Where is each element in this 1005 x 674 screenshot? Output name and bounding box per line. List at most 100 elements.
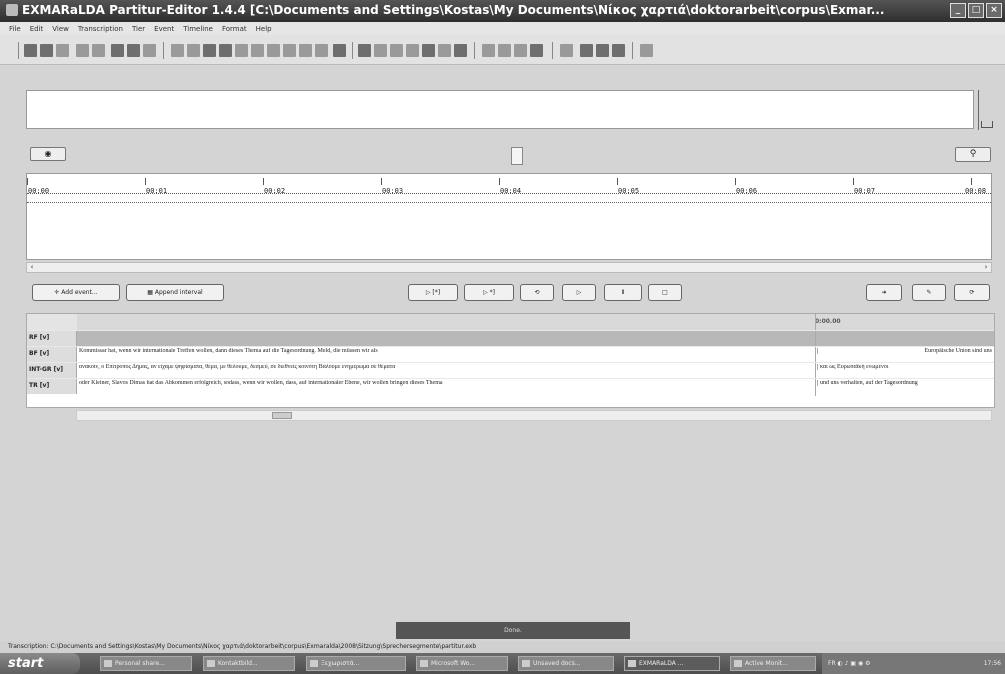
open-file-icon[interactable]: [40, 44, 53, 57]
scroll-thumb[interactable]: [272, 412, 292, 419]
event-cell[interactable]: ανακοίν, ο Επίτροπος Δήμας, αν είχαμε ψη…: [79, 364, 813, 370]
close-button[interactable]: ×: [986, 3, 1002, 18]
loop-icon[interactable]: ⟲: [520, 284, 554, 301]
pause-icon[interactable]: Ⅱ: [604, 284, 642, 301]
add-event-button[interactable]: ✛ Add event...: [32, 284, 120, 301]
maximize-button[interactable]: □: [968, 3, 984, 18]
tier-row[interactable]: RF [v]: [27, 330, 994, 346]
scroll-right-icon[interactable]: ›: [981, 263, 991, 272]
toolbar-separator: [552, 42, 553, 59]
underline-icon[interactable]: [640, 44, 653, 57]
tier-icon[interactable]: [333, 44, 346, 57]
zoom-slider[interactable]: [511, 147, 523, 165]
partitur-scrollbar[interactable]: [76, 410, 992, 421]
partitur-table[interactable]: 0:00.00 RF [v] BF [v] Kommissar hat, wen…: [26, 313, 995, 408]
extend-right-icon[interactable]: [283, 44, 296, 57]
remove-interval-icon[interactable]: [219, 44, 232, 57]
event-cell[interactable]: Kommissar hat, wenn wir internationale T…: [79, 348, 813, 354]
play-from-icon[interactable]: ▷ *]: [464, 284, 514, 301]
extend-left-icon[interactable]: [267, 44, 280, 57]
edit-commit-icon[interactable]: [978, 90, 993, 130]
format-icon[interactable]: [482, 44, 495, 57]
edit-speakers-icon[interactable]: [596, 44, 609, 57]
event-time-label: 0:00.00: [815, 318, 841, 325]
move-event-icon[interactable]: [299, 44, 312, 57]
taskbar-item[interactable]: Microsoft Wo...: [416, 656, 508, 671]
taskbar-item[interactable]: Personal share...: [100, 656, 192, 671]
event-cell[interactable]: Europäische Union sind uns: [817, 348, 994, 354]
tier-row[interactable]: TR [v] oder Kleiner, Slavos Dimas hat da…: [27, 378, 994, 394]
edit-meta-icon[interactable]: [612, 44, 625, 57]
search-icon[interactable]: [92, 44, 105, 57]
link-icon[interactable]: ◉: [30, 147, 66, 161]
menu-view[interactable]: View: [52, 25, 69, 33]
menu-edit[interactable]: Edit: [30, 25, 44, 33]
menu-file[interactable]: File: [9, 25, 21, 33]
cut-icon[interactable]: [111, 44, 124, 57]
tier-label[interactable]: INT-GR [v]: [27, 363, 77, 378]
menu-event[interactable]: Event: [154, 25, 174, 33]
tick-mark: [617, 178, 618, 185]
align-icon[interactable]: [514, 44, 527, 57]
taskbar-item[interactable]: EXMARaLDA ...: [624, 656, 720, 671]
tag-icon[interactable]: [498, 44, 511, 57]
utterance-icon[interactable]: [530, 44, 543, 57]
split-event-icon[interactable]: [171, 44, 184, 57]
scroll-left-icon[interactable]: ‹: [27, 263, 37, 272]
tier-label[interactable]: RF [v]: [27, 331, 77, 346]
event-text-editor[interactable]: [26, 90, 974, 129]
shift-right-icon[interactable]: [251, 44, 264, 57]
taskbar-item[interactable]: Ξεχωριστά...: [306, 656, 406, 671]
taskbar-item[interactable]: Unsaved docs...: [518, 656, 614, 671]
double-arrow-icon[interactable]: [315, 44, 328, 57]
start-button[interactable]: start: [0, 653, 80, 674]
menu-format[interactable]: Format: [222, 25, 247, 33]
play-icon[interactable]: ▷: [562, 284, 596, 301]
copy-icon[interactable]: [127, 44, 140, 57]
cross-icon[interactable]: [438, 44, 451, 57]
tier-label[interactable]: TR [v]: [27, 379, 77, 394]
search-zoom-icon[interactable]: ⚲: [955, 147, 991, 162]
append-interval-button[interactable]: ▦ Append interval: [126, 284, 224, 301]
menu-tier[interactable]: Tier: [132, 25, 145, 33]
partitur-header: 0:00.00: [27, 314, 994, 330]
title-bar[interactable]: EXMARaLDA Partitur-Editor 1.4.4 [C:\Docu…: [0, 0, 1005, 22]
refresh-icon[interactable]: ⟳: [954, 284, 990, 301]
event-cell[interactable]: και ως Ευρωπαϊκή ενωμένοι: [817, 364, 994, 370]
tier-properties-icon[interactable]: [374, 44, 387, 57]
event-cell[interactable]: und uns verhalten, auf der Tagesordnung: [817, 380, 994, 386]
taskbar: start Personal share... Kontaktbild... Ξ…: [0, 653, 1005, 674]
stop-icon[interactable]: □: [648, 284, 682, 301]
timeline-scrollbar[interactable]: ‹ ›: [26, 262, 992, 273]
taskbar-item[interactable]: Kontaktbild...: [203, 656, 295, 671]
edit-transcription-icon[interactable]: [580, 44, 593, 57]
navigate-forward-icon[interactable]: ➜: [866, 284, 902, 301]
insert-tier-icon[interactable]: [358, 44, 371, 57]
play-selection-icon[interactable]: ▷ [*]: [408, 284, 458, 301]
print-icon[interactable]: [76, 44, 89, 57]
insert-interval-icon[interactable]: [203, 44, 216, 57]
bookmark-icon[interactable]: ✎: [912, 284, 946, 301]
menu-timeline[interactable]: Timeline: [183, 25, 213, 33]
language-indicator[interactable]: FR: [828, 660, 836, 667]
timeline-panel[interactable]: 00:00 00:01 00:02 00:03 00:04 00:05 00:0…: [26, 173, 992, 260]
save-icon[interactable]: [56, 44, 69, 57]
speaker-icon[interactable]: [454, 44, 467, 57]
tick-label: 00:08: [965, 187, 987, 195]
zoom-icon[interactable]: [560, 44, 573, 57]
menu-help[interactable]: Help: [256, 25, 272, 33]
tier-row[interactable]: INT-GR [v] ανακοίν, ο Επίτροπος Δήμας, α…: [27, 362, 994, 378]
anchor-icon[interactable]: [406, 44, 419, 57]
remove-tier-icon[interactable]: [422, 44, 435, 57]
new-file-icon[interactable]: [24, 44, 37, 57]
shift-left-icon[interactable]: [235, 44, 248, 57]
taskbar-item[interactable]: Active Monit...: [730, 656, 816, 671]
merge-events-icon[interactable]: [187, 44, 200, 57]
event-cell[interactable]: oder Kleiner, Slavos Dimas hat das Abkom…: [79, 380, 813, 386]
menu-transcription[interactable]: Transcription: [78, 25, 123, 33]
tier-label[interactable]: BF [v]: [27, 347, 77, 362]
tier-row[interactable]: BF [v] Kommissar hat, wenn wir internati…: [27, 346, 994, 362]
minimize-button[interactable]: _: [950, 3, 966, 18]
merge-tiers-icon[interactable]: [390, 44, 403, 57]
paste-icon[interactable]: [143, 44, 156, 57]
